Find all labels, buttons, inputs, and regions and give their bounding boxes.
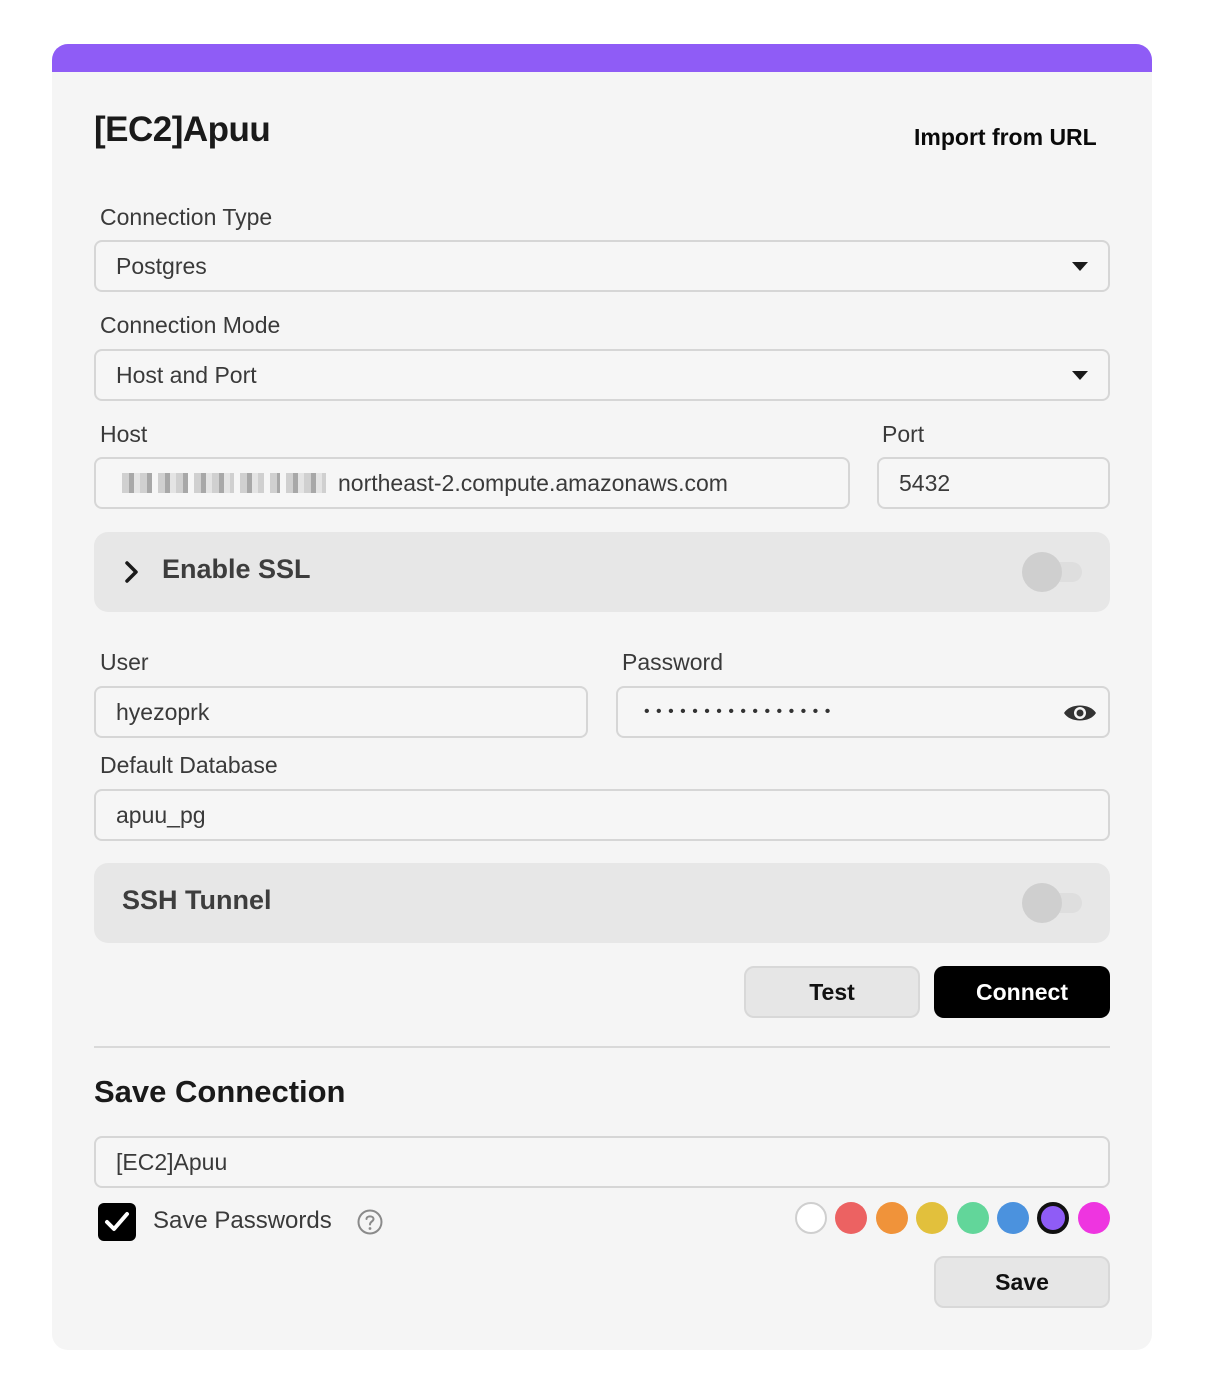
ssh-section[interactable]: SSH Tunnel bbox=[94, 863, 1110, 943]
port-input[interactable]: 5432 bbox=[877, 457, 1110, 509]
connection-type-select[interactable]: Postgres bbox=[94, 240, 1110, 292]
password-label: Password bbox=[622, 649, 723, 675]
default-database-input[interactable]: apuu_pg bbox=[94, 789, 1110, 841]
user-label: User bbox=[100, 649, 149, 675]
save-button[interactable]: Save bbox=[934, 1256, 1110, 1308]
port-label: Port bbox=[882, 421, 925, 447]
help-icon[interactable] bbox=[356, 1208, 384, 1236]
host-redacted-blur bbox=[122, 473, 332, 493]
color-swatch-red[interactable] bbox=[835, 1202, 867, 1234]
chevron-right-icon bbox=[125, 561, 138, 583]
password-input[interactable]: • • • • • • • • • • • • • • • • bbox=[616, 686, 1110, 738]
host-input[interactable]: northeast-2.compute.amazonaws.com bbox=[94, 457, 850, 509]
connection-mode-value: Host and Port bbox=[116, 361, 257, 388]
password-masked: • • • • • • • • • • • • • • • • bbox=[644, 703, 832, 720]
color-swatch-blue[interactable] bbox=[997, 1202, 1029, 1234]
save-passwords-label: Save Passwords bbox=[153, 1207, 332, 1234]
default-database-label: Default Database bbox=[100, 752, 278, 778]
connection-name-input[interactable]: [EC2]Apuu bbox=[94, 1136, 1110, 1188]
color-swatch-purple-selected[interactable] bbox=[1037, 1202, 1069, 1234]
save-passwords-checkbox[interactable] bbox=[98, 1203, 136, 1241]
color-swatch-green[interactable] bbox=[957, 1202, 989, 1234]
color-swatch-orange[interactable] bbox=[876, 1202, 908, 1234]
connection-mode-select[interactable]: Host and Port bbox=[94, 349, 1110, 401]
ssl-toggle[interactable] bbox=[1022, 552, 1082, 592]
connection-mode-label: Connection Mode bbox=[100, 312, 281, 338]
color-swatch-yellow[interactable] bbox=[916, 1202, 948, 1234]
ssh-title: SSH Tunnel bbox=[122, 885, 272, 915]
connection-dialog: [EC2]Apuu Import from URL Connection Typ… bbox=[52, 44, 1152, 1350]
caret-down-icon bbox=[1072, 262, 1088, 271]
divider bbox=[94, 1046, 1110, 1048]
ssl-title: Enable SSL bbox=[162, 554, 311, 584]
host-label: Host bbox=[100, 421, 148, 447]
connection-name-value: [EC2]Apuu bbox=[116, 1148, 228, 1175]
import-from-url-link[interactable]: Import from URL bbox=[914, 124, 1097, 151]
color-swatch-magenta[interactable] bbox=[1078, 1202, 1110, 1234]
connection-type-value: Postgres bbox=[116, 252, 207, 279]
user-value: hyezoprk bbox=[116, 698, 210, 725]
dialog-title: [EC2]Apuu bbox=[94, 110, 271, 149]
test-button[interactable]: Test bbox=[744, 966, 920, 1018]
save-connection-heading: Save Connection bbox=[94, 1074, 346, 1109]
default-database-value: apuu_pg bbox=[116, 801, 206, 828]
ssl-section[interactable]: Enable SSL bbox=[94, 532, 1110, 612]
host-value: northeast-2.compute.amazonaws.com bbox=[338, 469, 728, 496]
connection-type-label: Connection Type bbox=[100, 204, 273, 230]
caret-down-icon bbox=[1072, 371, 1088, 380]
ssh-toggle[interactable] bbox=[1022, 883, 1082, 923]
connect-button[interactable]: Connect bbox=[934, 966, 1110, 1018]
color-swatch-white[interactable] bbox=[795, 1202, 827, 1234]
eye-icon[interactable] bbox=[1062, 700, 1098, 726]
port-value: 5432 bbox=[899, 469, 951, 496]
accent-bar bbox=[52, 44, 1152, 72]
user-input[interactable]: hyezoprk bbox=[94, 686, 588, 738]
checkmark-icon bbox=[105, 1212, 129, 1231]
